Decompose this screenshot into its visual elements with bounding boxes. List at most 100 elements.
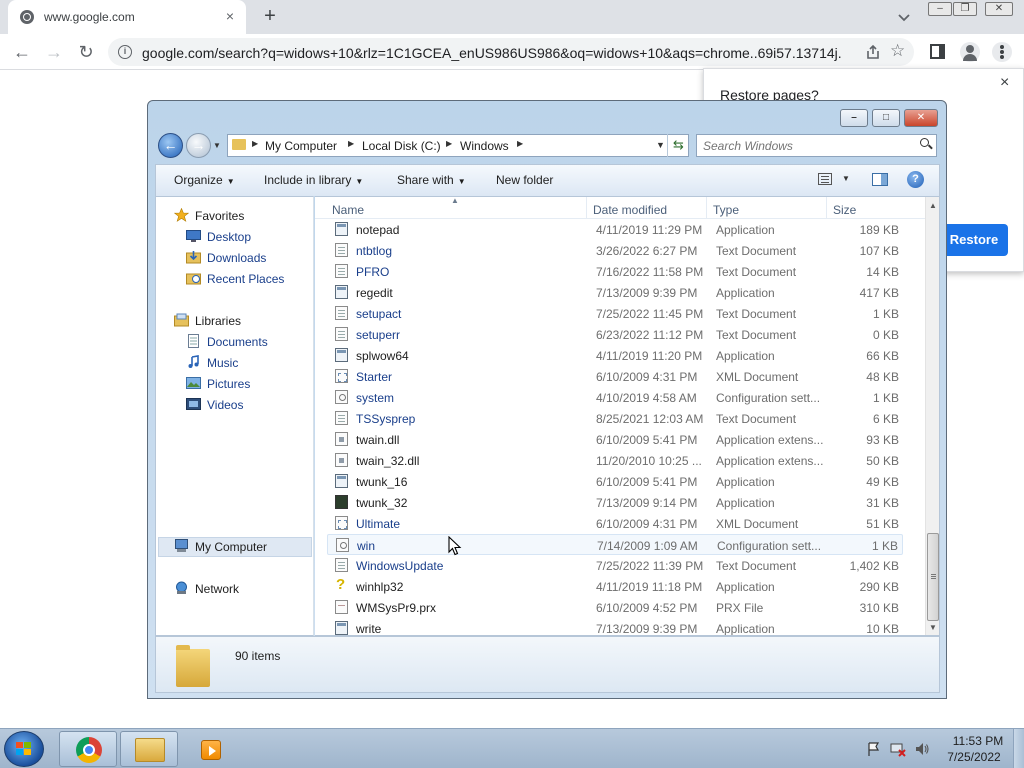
scroll-up-arrow-icon[interactable]: ▲	[929, 201, 937, 210]
browser-toolbar: ← → ↻ i google.com/search?q=widows+10&rl…	[0, 34, 1024, 70]
file-row[interactable]: winhlp32 4/11/2019 11:18 PM Application 290…	[327, 576, 903, 597]
file-type: PRX File	[716, 601, 764, 615]
chevron-down-icon[interactable]	[896, 9, 912, 25]
url-text[interactable]: google.com/search?q=widows+10&rlz=1C1GCE…	[142, 45, 842, 61]
file-size: 10 KB	[866, 622, 899, 636]
explorer-close-button[interactable]: ✕	[904, 109, 938, 127]
file-row[interactable]: notepad 4/11/2019 11:29 PM Application 189 …	[327, 219, 903, 240]
start-button[interactable]	[4, 731, 44, 767]
include-in-library-button[interactable]: Include in library ▼	[264, 173, 363, 187]
kebab-menu-icon[interactable]	[992, 42, 1012, 62]
column-divider[interactable]	[586, 197, 587, 219]
browser-minimize-button[interactable]: –	[928, 2, 952, 16]
file-row[interactable]: Ultimate 6/10/2009 4:31 PM XML Document 51 …	[327, 513, 903, 534]
refresh-icon[interactable]: ⇆	[667, 134, 689, 157]
browser-tab[interactable]: www.google.com ×	[8, 0, 246, 34]
explorer-back-button[interactable]: ←	[158, 133, 183, 158]
breadcrumb-windows[interactable]: Windows	[460, 139, 509, 153]
file-row[interactable]: win 7/14/2009 1:09 AM Configuration sett..…	[327, 534, 903, 555]
recent-locations-dropdown-icon[interactable]: ▼	[213, 141, 223, 150]
breadcrumb-separator-icon[interactable]: ▶	[348, 139, 354, 148]
file-date-modified: 6/10/2009 4:31 PM	[596, 517, 698, 531]
scrollbar-thumb[interactable]	[927, 533, 939, 621]
reload-button[interactable]: ↻	[76, 42, 96, 62]
column-header-name[interactable]: Name	[332, 203, 364, 217]
explorer-address-bar[interactable]: ▶ My Computer ▶ Local Disk (C:) ▶ Window…	[227, 134, 689, 157]
new-tab-button[interactable]: +	[260, 6, 280, 26]
breadcrumb-separator-icon[interactable]: ▶	[252, 139, 258, 148]
taskbar-media-player-button[interactable]	[181, 731, 239, 767]
file-row[interactable]: setupact 7/25/2022 11:45 PM Text Document 1…	[327, 303, 903, 324]
file-type: Text Document	[716, 328, 797, 342]
bookmark-star-icon[interactable]: ☆	[890, 41, 905, 61]
file-row[interactable]: PFRO 7/16/2022 11:58 PM Text Document 14 KB	[327, 261, 903, 282]
file-row[interactable]: regedit 7/13/2009 9:39 PM Application 417 K…	[327, 282, 903, 303]
taskbar-chrome-button[interactable]	[59, 731, 117, 767]
search-icon[interactable]	[920, 138, 929, 147]
volume-icon[interactable]	[914, 741, 930, 757]
address-bar[interactable]: i google.com/search?q=widows+10&rlz=1C1G…	[108, 38, 914, 66]
file-row[interactable]: WMSysPr9.prx 6/10/2009 4:52 PM PRX File 310…	[327, 597, 903, 618]
network-disconnected-icon[interactable]	[890, 741, 906, 757]
file-row[interactable]: Starter 6/10/2009 4:31 PM XML Document 48 K…	[327, 366, 903, 387]
explorer-minimize-button[interactable]: –	[840, 109, 868, 127]
explorer-forward-button[interactable]: →	[186, 133, 211, 158]
file-name: PFRO	[356, 265, 390, 279]
explorer-search-box[interactable]	[696, 134, 937, 157]
action-center-flag-icon[interactable]	[866, 741, 882, 757]
column-header-type[interactable]: Type	[713, 203, 739, 217]
file-row[interactable]: twain_32.dll 11/20/2010 10:25 ... Applicat…	[327, 450, 903, 471]
clock-time[interactable]: 11:53 PM	[948, 734, 1008, 748]
share-with-button[interactable]: Share with ▼	[397, 173, 466, 187]
column-header-date-modified[interactable]: Date modified	[593, 203, 667, 217]
explorer-maximize-button[interactable]: □	[872, 109, 900, 127]
file-size: 93 KB	[866, 433, 899, 447]
share-icon[interactable]	[864, 43, 882, 61]
column-divider[interactable]	[826, 197, 827, 219]
file-row[interactable]: write 7/13/2009 9:39 PM Application 10 KB	[327, 618, 903, 636]
back-button[interactable]: ←	[12, 42, 32, 62]
explorer-title-bar[interactable]: – □ ✕	[148, 101, 946, 131]
file-row[interactable]: twunk_16 6/10/2009 5:41 PM Application 49 K…	[327, 471, 903, 492]
view-options-dropdown-icon[interactable]: ▼	[842, 174, 850, 183]
file-type: Application	[716, 223, 775, 237]
side-panel-icon[interactable]	[930, 44, 945, 59]
preview-pane-icon[interactable]	[872, 173, 888, 186]
browser-close-button[interactable]: ✕	[985, 2, 1013, 16]
taskbar-explorer-button[interactable]	[120, 731, 178, 767]
show-desktop-button[interactable]	[1013, 729, 1024, 768]
documents-icon	[188, 334, 199, 348]
file-row[interactable]: setuperr 6/23/2022 11:12 PM Text Document 0…	[327, 324, 903, 345]
file-row[interactable]: WindowsUpdate 7/25/2022 11:39 PM Text Docu…	[327, 555, 903, 576]
site-info-icon[interactable]: i	[118, 45, 132, 59]
breadcrumb-local-disk[interactable]: Local Disk (C:)	[362, 139, 441, 153]
organize-button[interactable]: Organize ▼	[174, 173, 235, 187]
restore-button[interactable]: Restore	[940, 224, 1008, 256]
file-row[interactable]: twunk_32 7/13/2009 9:14 PM Application 31 K…	[327, 492, 903, 513]
vertical-scrollbar[interactable]: ▲ ▼	[925, 197, 939, 635]
file-row[interactable]: system 4/10/2019 4:58 AM Configuration set…	[327, 387, 903, 408]
file-row[interactable]: twain.dll 6/10/2009 5:41 PM Application ex…	[327, 429, 903, 450]
help-icon[interactable]: ?	[907, 171, 924, 188]
change-view-icon[interactable]	[818, 173, 832, 185]
scroll-down-arrow-icon[interactable]: ▼	[929, 623, 937, 632]
clock-date[interactable]: 7/25/2022	[940, 750, 1008, 764]
explorer-search-input[interactable]	[703, 138, 908, 153]
breadcrumb-my-computer[interactable]: My Computer	[265, 139, 337, 153]
file-row[interactable]: splwow64 4/11/2019 11:20 PM Application 66 …	[327, 345, 903, 366]
breadcrumb-separator-icon[interactable]: ▶	[446, 139, 452, 148]
file-size: 417 KB	[859, 286, 899, 300]
new-folder-button[interactable]: New folder	[496, 173, 553, 187]
file-name: winhlp32	[356, 580, 404, 594]
breadcrumb-separator-icon[interactable]: ▶	[517, 139, 523, 148]
restore-dialog-close-icon[interactable]: ×	[1000, 74, 1009, 92]
address-history-dropdown-icon[interactable]: ▼	[656, 140, 665, 150]
column-divider[interactable]	[706, 197, 707, 219]
browser-restore-button[interactable]: ❐	[953, 2, 977, 16]
file-row[interactable]: ntbtlog 3/26/2022 6:27 PM Text Document 107…	[327, 240, 903, 261]
tab-close-button[interactable]: ×	[222, 8, 238, 24]
file-row[interactable]: TSSysprep 8/25/2021 12:03 AM Text Document…	[327, 408, 903, 429]
profile-avatar-icon[interactable]	[960, 42, 980, 62]
forward-button[interactable]: →	[44, 42, 64, 62]
column-header-size[interactable]: Size	[833, 203, 856, 217]
